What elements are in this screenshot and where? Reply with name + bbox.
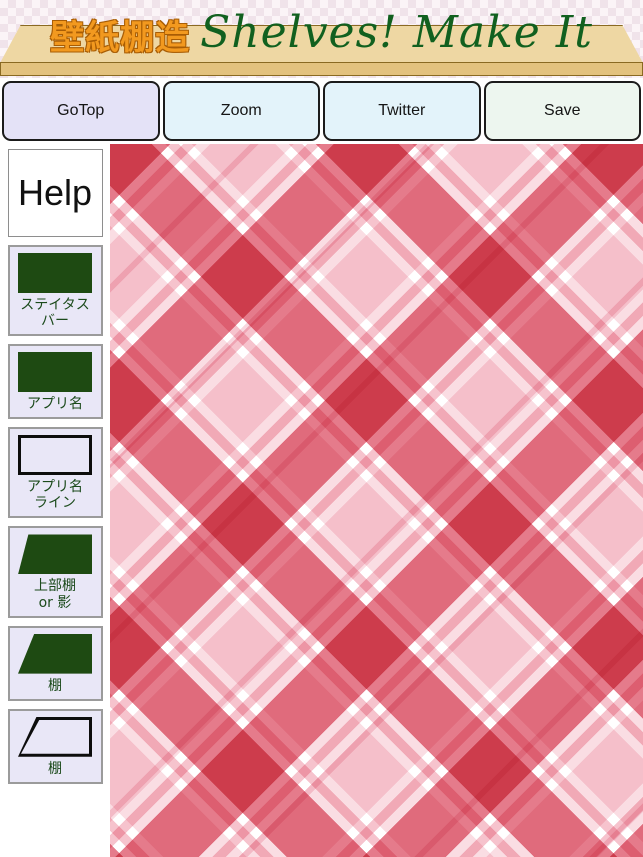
plaid-thin-accent-lines [110,144,643,857]
sidebar-item-app-name[interactable]: アプリ名 [7,344,103,420]
swatch-area [10,528,101,576]
sidebar-item-top-shelf-shadow[interactable]: 上部棚 or 影 [7,526,103,618]
shelf-outline-swatch-icon [18,717,92,757]
sidebar-item-label: 棚 [48,760,62,777]
twitter-button[interactable]: Twitter [323,81,481,141]
sidebar-item-app-name-line[interactable]: アプリ名 ライン [7,427,103,519]
help-label: Help [17,172,93,213]
plaid-pattern [110,144,643,857]
app-root: 壁紙棚造 Shelves! Make It GoTop Zoom Twitter… [0,0,643,857]
sidebar-item-shelf-outline[interactable]: 棚 [7,708,103,784]
sidebar-item-label: ステイタス バー [20,297,90,330]
sidebar: Help ステイタス バー アプリ名 アプリ名 ライン 上部棚 or 影 棚 棚 [0,144,110,857]
toolbar: GoTop Zoom Twitter Save [0,78,643,144]
sidebar-item-label: 棚 [48,677,62,694]
shelf-top-surface [0,25,643,63]
sidebar-item-status-bar[interactable]: ステイタス バー [7,245,103,337]
swatch-area [10,429,101,477]
zoom-button[interactable]: Zoom [162,81,320,141]
app-name-line-swatch-icon [18,435,92,476]
swatch-area [10,628,101,676]
app-name-swatch-icon [18,352,92,393]
sidebar-item-shelf-fill[interactable]: 棚 [7,625,103,701]
status-bar-swatch-icon [18,253,92,293]
shelf-fill-swatch-icon [18,633,92,674]
sidebar-item-label: 上部棚 or 影 [34,578,76,611]
help-button[interactable]: Help [7,149,103,237]
swatch-area [10,346,101,394]
app-header: 壁紙棚造 Shelves! Make It [0,0,643,78]
sidebar-item-label: アプリ名 ライン [27,479,83,512]
shelf-front-edge [0,62,643,76]
save-button[interactable]: Save [483,81,641,141]
top-shelf-shadow-swatch-icon [18,534,92,575]
gotop-button[interactable]: GoTop [2,81,160,141]
swatch-area [10,711,101,759]
swatch-area [10,247,101,295]
sidebar-item-label: アプリ名 [27,396,83,413]
wallpaper-preview-canvas[interactable] [110,144,643,857]
